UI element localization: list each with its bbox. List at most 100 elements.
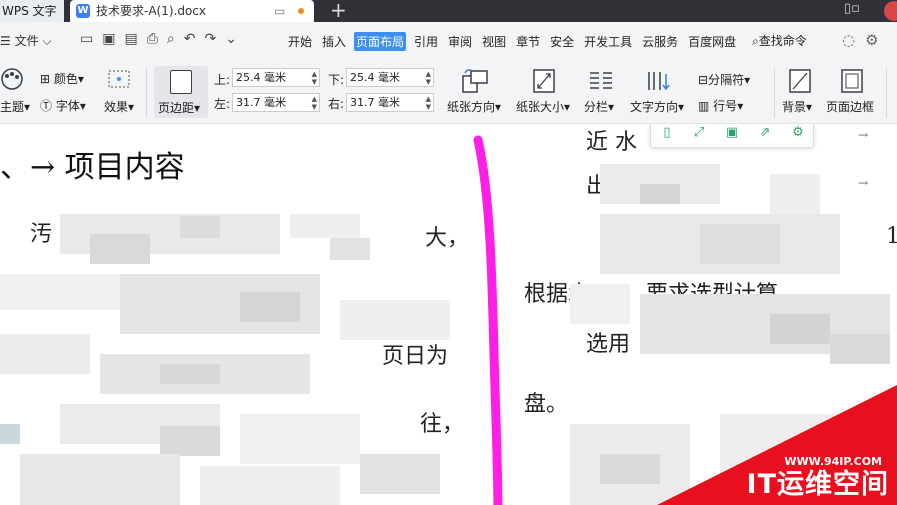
color-grid-icon: ⊞	[40, 72, 51, 86]
hamburger-icon: ☰	[0, 34, 11, 48]
document-canvas[interactable]: 、→ 项目内容 汚 大， 页日为 永座 往， 近 水 出 水 水量 根据水 要求…	[0, 124, 897, 505]
paper-size-label: 纸张大小	[516, 100, 565, 114]
left-margin-value: 31.7 毫米	[236, 96, 286, 109]
stepper-icon[interactable]: ▲ ▼	[426, 70, 431, 86]
annotation-stroke	[473, 135, 503, 505]
divider	[886, 68, 887, 118]
stepper-icon[interactable]: ▲ ▼	[312, 70, 317, 86]
theme-label: 主题	[0, 100, 25, 114]
file-menu[interactable]: ☰ 文件 ⌵	[0, 32, 52, 49]
open-folder-icon[interactable]: ▭	[80, 31, 102, 47]
right-margin-label: 右:	[328, 97, 345, 111]
text-direction-icon[interactable]	[646, 70, 672, 95]
color-button[interactable]: ⊞ 颜色▾	[40, 70, 84, 87]
undo-icon[interactable]: ↶	[184, 31, 205, 47]
monitor-icon[interactable]: ▭	[274, 0, 285, 22]
top-margin-field[interactable]: 25.4 毫米 ▲ ▼	[232, 68, 320, 87]
menu-bar: ☰ 文件 ⌵ ▭▣▤⎙⌕↶↷⌄ 开始 插入 页面布局 引用 审阅 视图 章节 安…	[0, 22, 897, 62]
tab-references[interactable]: 引用	[412, 32, 440, 51]
redo-icon[interactable]: ↷	[204, 31, 225, 47]
bottom-margin-value: 25.4 毫米	[350, 71, 400, 84]
customize-chevron-icon[interactable]: ⌄	[225, 31, 246, 47]
redacted-mosaic	[0, 214, 450, 505]
text-fragment: 盘。	[524, 392, 569, 417]
bottom-margin-label: 下:	[328, 73, 345, 87]
paper-size-button[interactable]: 纸张大小▾	[516, 98, 570, 115]
page-icon[interactable]: ▯	[659, 125, 675, 141]
paper-size-icon[interactable]	[532, 68, 556, 97]
watermark-brand: IT运维空间	[746, 469, 889, 500]
font-t-icon: Ⓣ	[40, 99, 53, 113]
page-border-label: 页面边框	[826, 100, 875, 114]
menu-right-icons: ◌⚙	[842, 31, 889, 49]
chat-icon[interactable]: ◌	[842, 31, 865, 49]
tab-section[interactable]: 章节	[514, 32, 542, 51]
effect-button[interactable]: 效果▾	[104, 98, 134, 115]
pdf-icon[interactable]: ▤	[124, 31, 146, 47]
document-tab-title: 技术要求-A(1).docx	[96, 4, 207, 18]
tab-view[interactable]: 视图	[480, 32, 508, 51]
color-label: 颜色	[53, 72, 78, 86]
right-margin-field[interactable]: 31.7 毫米 ▲ ▼	[346, 93, 434, 112]
left-margin-label: 左:	[214, 97, 231, 111]
tab-security[interactable]: 安全	[548, 32, 576, 51]
unsaved-dot-icon	[298, 8, 304, 14]
window-layout-icon[interactable]: ▯▫	[844, 1, 860, 16]
new-tab-button[interactable]: +	[330, 0, 347, 22]
orientation-button[interactable]: 纸张方向▾	[447, 98, 501, 115]
top-margin-label: 上:	[214, 73, 231, 87]
document-tab[interactable]: W 技术要求-A(1).docx ▭	[70, 0, 314, 22]
effect-icon[interactable]	[108, 70, 130, 91]
app-tab[interactable]: WPS 文字	[0, 0, 64, 22]
text-direction-button[interactable]: 文字方向▾	[630, 98, 684, 115]
tab-review[interactable]: 审阅	[446, 32, 474, 51]
save-icon[interactable]: ▣	[724, 125, 740, 141]
settings-gear-icon[interactable]: ⚙	[865, 31, 888, 49]
columns-icon[interactable]	[588, 70, 614, 95]
font-button[interactable]: Ⓣ 字体▾	[40, 97, 86, 114]
tab-home[interactable]: 开始	[286, 32, 314, 51]
print-icon[interactable]: ⎙	[147, 31, 167, 47]
tab-page-layout[interactable]: 页面布局	[354, 32, 407, 51]
section-heading: 、→ 项目内容	[0, 150, 185, 185]
stepper-icon[interactable]: ▲ ▼	[426, 95, 431, 111]
left-margin-field[interactable]: 31.7 毫米 ▲ ▼	[232, 93, 320, 112]
page-border-icon[interactable]	[840, 68, 864, 97]
search-command-label: 查找命令	[758, 34, 807, 48]
theme-icon[interactable]	[0, 68, 24, 93]
settings-gear-icon[interactable]: ⚙	[790, 125, 806, 141]
fullscreen-icon[interactable]: ⤢	[691, 125, 707, 141]
orientation-icon[interactable]	[461, 68, 489, 97]
tab-baidu-netdisk[interactable]: 百度网盘	[686, 32, 738, 51]
columns-button[interactable]: 分栏▾	[584, 98, 614, 115]
tab-developer[interactable]: 开发工具	[582, 32, 634, 51]
tab-insert[interactable]: 插入	[320, 32, 348, 51]
text-direction-label: 文字方向	[630, 100, 679, 114]
menu-tabs: 开始 插入 页面布局 引用 审阅 视图 章节 安全 开发工具 云服务 百度网盘	[286, 32, 744, 51]
paragraph-mark: →	[858, 128, 869, 142]
stepper-icon[interactable]: ▲ ▼	[312, 95, 317, 111]
page-border-button[interactable]: 页面边框	[826, 98, 874, 115]
tab-cloud-service[interactable]: 云服务	[640, 32, 680, 51]
ribbon: 主题▾ ⊞ 颜色▾ Ⓣ 字体▾ 效果▾ 页边距▾ 上: 25.4 毫米 ▲ ▼ 左:…	[0, 62, 897, 124]
font-label: 字体	[55, 99, 80, 113]
save-icon[interactable]: ▣	[102, 31, 124, 47]
bottom-margin-field[interactable]: 25.4 毫米 ▲ ▼	[346, 68, 434, 87]
background-label: 背景	[782, 100, 807, 114]
chevron-down-icon: ⌵	[42, 34, 52, 48]
theme-button[interactable]: 主题▾	[0, 98, 30, 115]
quick-access-toolbar: ▭▣▤⎙⌕↶↷⌄	[80, 31, 246, 47]
line-number-button[interactable]: ▥ 行号▾	[698, 97, 743, 114]
line-number-label: 行号	[713, 99, 738, 113]
background-button[interactable]: 背景▾	[782, 98, 812, 115]
print-preview-icon[interactable]: ⌕	[167, 31, 184, 47]
file-menu-label: 文件	[14, 34, 39, 48]
search-command[interactable]: ⌕查找命令	[752, 32, 807, 49]
background-icon[interactable]	[788, 68, 812, 97]
page-margin-button[interactable]: 页边距▾	[154, 66, 208, 118]
divider	[146, 68, 147, 118]
separator-button[interactable]: ⊟分隔符▾	[698, 71, 750, 88]
avatar[interactable]	[884, 1, 897, 21]
watermark: WWW.94IP.COM IT运维空间	[657, 385, 897, 505]
share-icon[interactable]: ⇗	[757, 125, 773, 141]
